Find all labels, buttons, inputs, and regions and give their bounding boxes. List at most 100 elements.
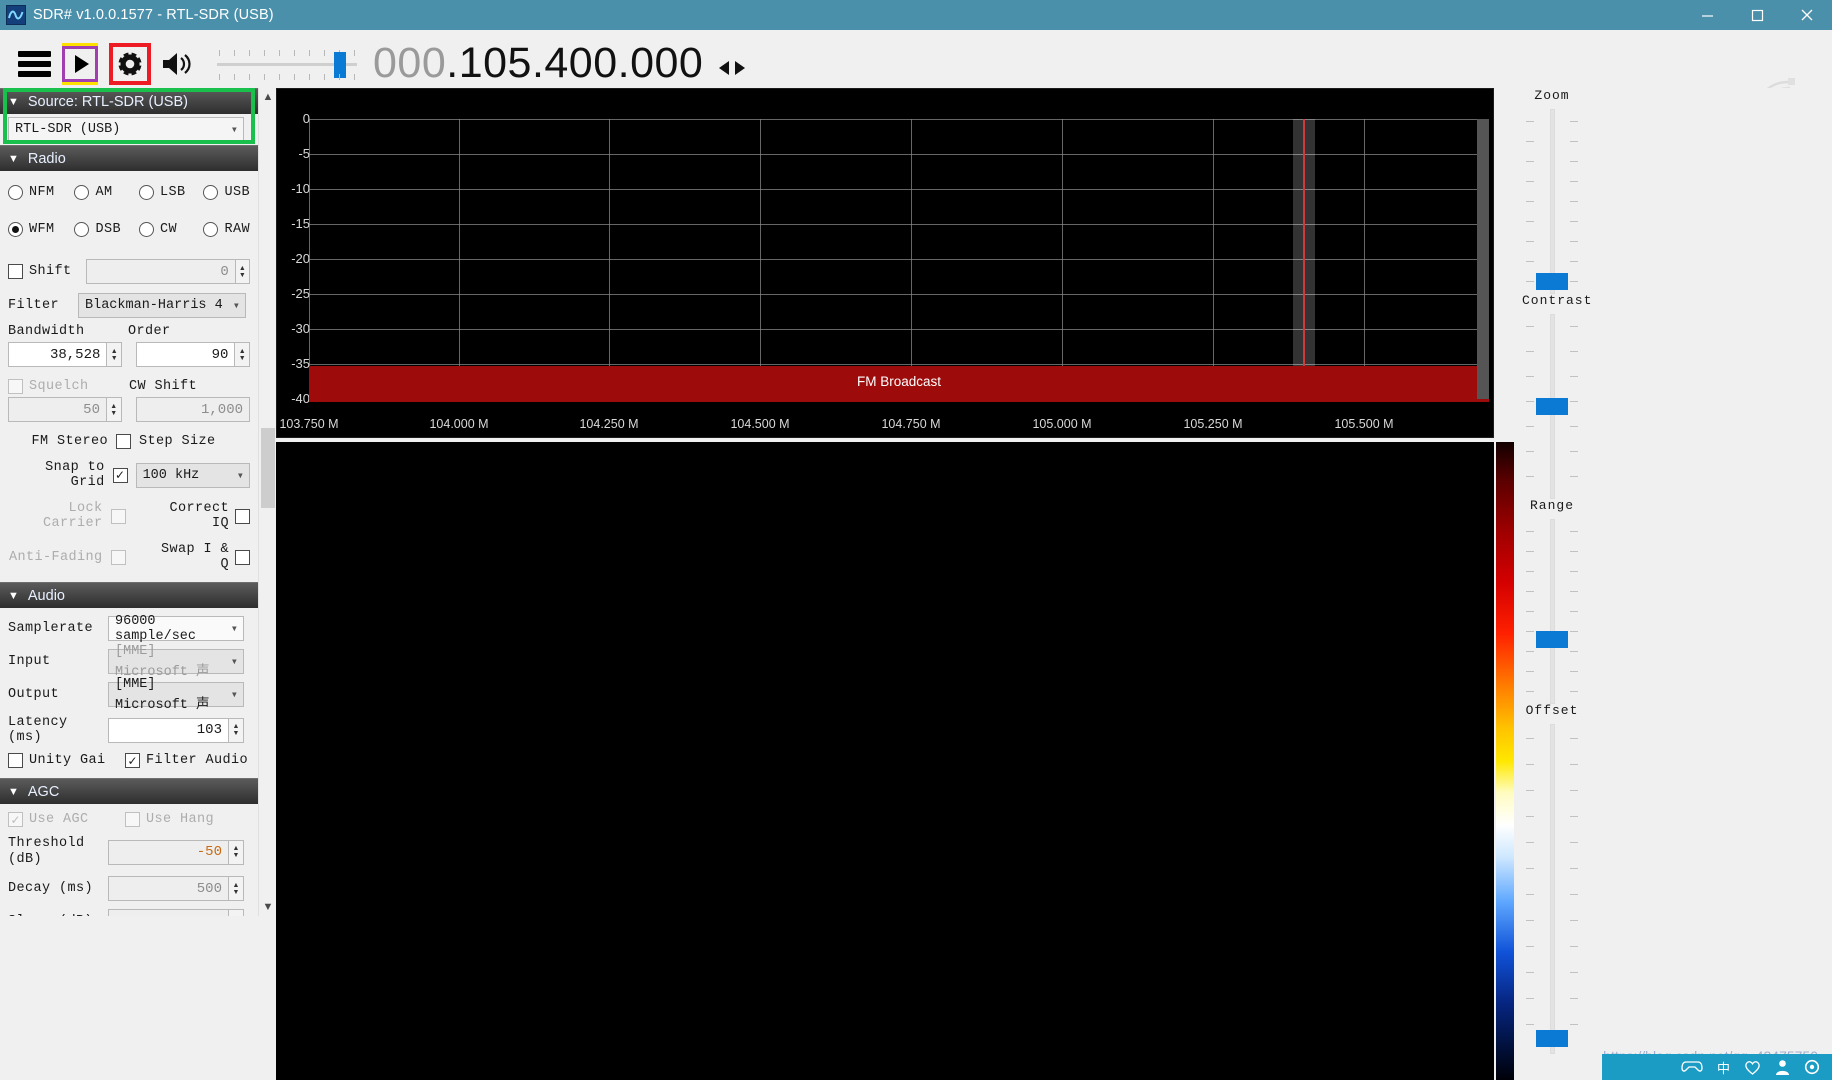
agc-threshold-input[interactable]: -50 <box>108 839 229 865</box>
bandwidth-value: 38,528 <box>49 346 101 363</box>
frequency-value: .105.400.000 <box>446 39 704 87</box>
radio-mode-lsb-button[interactable] <box>138 185 154 200</box>
radio-mode-nfm-label: NFM <box>29 185 55 200</box>
squelch-checkbox[interactable] <box>8 379 23 394</box>
order-stepper[interactable]: ▲ ▼ <box>235 342 250 367</box>
waterfall-display[interactable] <box>276 442 1494 1080</box>
bandwidth-stepper[interactable]: ▲ ▼ <box>107 342 122 367</box>
gear-icon <box>116 49 144 78</box>
radio-mode-wfm-button[interactable] <box>8 222 23 237</box>
shift-checkbox[interactable] <box>8 264 23 279</box>
use-hang-label: Use Hang <box>146 812 215 827</box>
step-size-label: Step Size <box>139 434 216 449</box>
order-input[interactable]: 90 <box>136 342 236 367</box>
fm-stereo-checkbox[interactable] <box>116 434 131 449</box>
zoom-slider-thumb[interactable] <box>1536 273 1568 290</box>
range-slider-ticks <box>1522 519 1582 704</box>
range-slider-thumb[interactable] <box>1536 631 1568 648</box>
scroll-up-icon[interactable]: ▲ <box>259 88 277 106</box>
radio-mode-cw-button[interactable] <box>138 222 154 237</box>
ime-cn-icon[interactable]: 中 <box>1717 1058 1730 1077</box>
radio-mode-raw-button[interactable] <box>203 222 219 237</box>
volume-button[interactable] <box>161 49 195 79</box>
x-tick-6: 105.250 M <box>1183 417 1243 431</box>
squelch-stepper[interactable]: ▲ ▼ <box>106 397 122 422</box>
chevron-down-icon: ▾ <box>230 123 238 137</box>
samplerate-select[interactable]: 96000 sample/sec ▾ <box>108 613 244 644</box>
window-controls <box>1682 0 1832 30</box>
audio-group-header[interactable]: ▼ Audio <box>0 582 258 608</box>
game-icon[interactable] <box>1681 1059 1703 1075</box>
radio-mode-usb-label: USB <box>224 185 250 200</box>
sidebar-scrollbar[interactable]: ▲ ▼ <box>258 88 276 916</box>
tuning-marker[interactable] <box>1303 119 1305 402</box>
agc-threshold-stepper[interactable]: ▲ ▼ <box>229 839 244 865</box>
step-size-select[interactable]: 100 kHz ▾ <box>135 462 250 488</box>
correct-iq-checkbox[interactable] <box>235 508 250 524</box>
bandwidth-input[interactable]: 38,528 <box>8 342 108 367</box>
unity-gain-checkbox[interactable] <box>8 753 23 768</box>
offset-slider[interactable] <box>1522 724 1582 1054</box>
swap-iq-checkbox[interactable] <box>235 549 250 565</box>
zoom-slider[interactable] <box>1522 109 1582 294</box>
swap-iq-label: Swap I & Q <box>160 542 229 572</box>
filter-value: Blackman-Harris 4 <box>85 298 223 313</box>
close-button[interactable] <box>1782 0 1832 30</box>
volume-slider[interactable] <box>217 44 357 84</box>
filter-audio-checkbox[interactable]: ✓ <box>125 753 140 768</box>
hamburger-menu-icon[interactable] <box>18 50 51 77</box>
heart-icon[interactable] <box>1744 1060 1761 1075</box>
audio-input-select[interactable]: [MME] Microsoft 声 ▾ <box>108 644 244 680</box>
shift-input[interactable]: 0 <box>85 259 236 284</box>
scroll-down-icon[interactable]: ▼ <box>259 898 277 916</box>
sidebar-scroll-thumb[interactable] <box>261 428 275 508</box>
offset-slider-group: Offset <box>1522 703 1582 1054</box>
range-slider[interactable] <box>1522 519 1582 704</box>
spectrum-vertical-scrollbar[interactable] <box>1477 119 1489 399</box>
y-tick-3: -15 <box>291 216 310 231</box>
agc-group-header[interactable]: ▼ AGC <box>0 778 258 804</box>
snap-to-grid-checkbox[interactable]: ✓ <box>112 467 128 483</box>
contrast-slider[interactable] <box>1522 314 1582 499</box>
order-value: 90 <box>211 346 229 363</box>
maximize-button[interactable] <box>1732 0 1782 30</box>
user-icon[interactable] <box>1775 1059 1790 1075</box>
audio-input-label: Input <box>8 654 51 669</box>
agc-decay-input[interactable]: 500 <box>108 876 229 901</box>
radio-mode-lsb-label: LSB <box>159 185 186 200</box>
samplerate-value: 96000 sample/sec <box>115 613 197 644</box>
source-group-header[interactable]: ▼ Source: RTL-SDR (USB) <box>0 88 258 114</box>
radio-group-header[interactable]: ▼ Radio <box>0 145 258 171</box>
play-button[interactable] <box>62 42 98 85</box>
filter-select[interactable]: Blackman-Harris 4 ▾ <box>78 293 246 318</box>
contrast-slider-thumb[interactable] <box>1536 398 1568 415</box>
use-hang-checkbox[interactable] <box>125 812 140 827</box>
frequency-display[interactable]: 000.105.400.000 <box>373 39 747 88</box>
cw-shift-input[interactable]: 1,000 <box>135 397 250 422</box>
latency-input[interactable]: 103 <box>108 717 229 743</box>
offset-slider-thumb[interactable] <box>1536 1030 1568 1047</box>
offset-slider-label: Offset <box>1525 703 1579 718</box>
source-device-select[interactable]: RTL-SDR (USB) ▾ <box>8 117 244 142</box>
agc-slope-stepper[interactable]: ▲▼ <box>229 909 244 916</box>
squelch-input[interactable]: 50 <box>8 397 107 422</box>
shift-stepper[interactable]: ▲ ▼ <box>235 259 250 284</box>
latency-stepper[interactable]: ▲ ▼ <box>229 717 244 743</box>
use-agc-checkbox[interactable]: ✓ <box>8 812 23 827</box>
lock-carrier-checkbox[interactable] <box>110 508 126 524</box>
audio-output-select[interactable]: [MME] Microsoft 声 ▾ <box>108 677 244 713</box>
gear-icon[interactable] <box>1804 1059 1820 1075</box>
minimize-button[interactable] <box>1682 0 1732 30</box>
radio-mode-nfm-button[interactable] <box>8 185 23 200</box>
frequency-step-arrows[interactable] <box>717 59 747 77</box>
anti-fading-checkbox[interactable] <box>110 549 126 565</box>
radio-mode-dsb-button[interactable] <box>74 222 90 237</box>
agc-slope-input[interactable]: 0 <box>108 909 229 916</box>
radio-mode-am-button[interactable] <box>74 185 90 200</box>
agc-decay-stepper[interactable]: ▲ ▼ <box>229 876 244 901</box>
radio-mode-usb-button[interactable] <box>203 185 219 200</box>
shift-label: Shift <box>29 264 72 279</box>
settings-button[interactable] <box>109 42 151 85</box>
chevron-down-icon: ▼ <box>8 152 19 165</box>
spectrum-analyzer[interactable]: 0 -5 -10 -15 -20 -25 -30 -35 -40 FM Broa… <box>276 88 1494 438</box>
